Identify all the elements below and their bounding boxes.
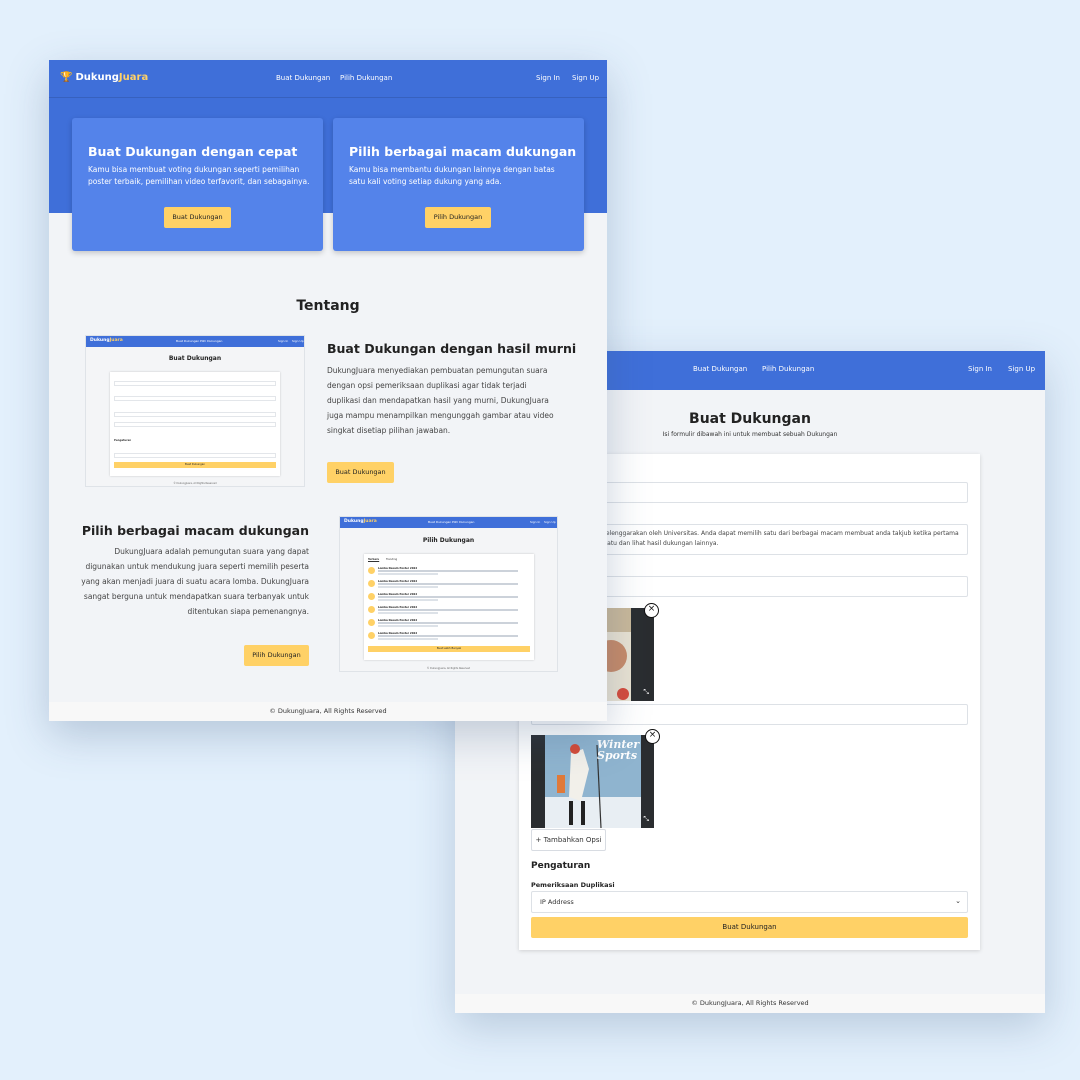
hero-card-create: Buat Dukungan dengan cepat Kamu bisa mem… [72, 118, 323, 251]
add-option-button[interactable]: + Tambahkan Opsi [531, 829, 606, 851]
feature-title-create: Buat Dukungan dengan hasil murni [327, 341, 577, 356]
trophy-icon: 🏆 [60, 72, 73, 83]
nav-create[interactable]: Buat Dukungan [276, 74, 330, 82]
feature-text-create: DukungJuara menyediakan pembuatan pemung… [327, 366, 554, 435]
hero-create-button[interactable]: Buat Dukungan [164, 207, 231, 228]
expand-icon[interactable]: ⤡ [643, 815, 649, 824]
duplicate-check-value: IP Address [540, 898, 574, 906]
hero-card-title: Buat Dukungan dengan cepat [88, 144, 298, 159]
hero-card-title: Pilih berbagai macam dukungan [349, 144, 577, 159]
mini-navbar: DukungJuara Buat Dukungan Pilih Dukungan… [340, 517, 557, 528]
hero-card-text: Kamu bisa membantu dukungan lainnya deng… [349, 165, 555, 186]
landing-page-window: 🏆 DukungJuara Buat Dukungan Pilih Dukunga… [49, 60, 607, 721]
nav-choose[interactable]: Pilih Dukungan [340, 74, 392, 82]
footer: © DukungJuara, All Rights Reserved [49, 702, 607, 721]
duplicate-check-select[interactable]: IP Address ⌄ [531, 891, 968, 913]
about-title: Tentang [296, 298, 360, 314]
footer: © DukungJuara, All Rights Reserved [455, 994, 1045, 1013]
mini-form-title: Buat Dukungan [168, 355, 222, 362]
feature-text-choose: DukungJuara adalah pemungutan suara yang… [81, 547, 309, 616]
nav-choose[interactable]: Pilih Dukungan [762, 365, 814, 373]
form-preview-image: DukungJuara Buat Dukungan Pilih Dukungan… [85, 335, 305, 487]
mini-list-title: Pilih Dukungan [422, 537, 475, 544]
option-media-2: Winter Sports ⤡ [531, 735, 654, 828]
hero-card-text: Kamu bisa membuat voting dukungan sepert… [88, 165, 310, 186]
mini-list-card: Terbaru Trending Lomba Desain Poster 202… [364, 554, 534, 660]
poster-caption: Winter Sports [597, 738, 640, 762]
settings-heading: Pengaturan [531, 861, 591, 871]
mini-form-card: Pengaturan Buat Dukungan [110, 372, 280, 476]
mini-navbar: DukungJuara Buat Dukungan Pilih Dukungan… [86, 336, 304, 347]
feature-choose-button[interactable]: Pilih Dukungan [244, 645, 309, 666]
mini-logo: DukungJuara [90, 338, 123, 343]
hero-choose-button[interactable]: Pilih Dukungan [425, 207, 491, 228]
chevron-down-icon: ⌄ [955, 897, 961, 905]
nav-create[interactable]: Buat Dukungan [693, 365, 747, 373]
feature-title-choose: Pilih berbagai macam dukungan [81, 523, 309, 538]
remove-media-button[interactable]: × [645, 729, 660, 744]
feature-create-button[interactable]: Buat Dukungan [327, 462, 394, 483]
remove-media-button[interactable]: × [644, 603, 659, 618]
brand-logo[interactable]: 🏆 DukungJuara [60, 72, 148, 83]
list-preview-image: DukungJuara Buat Dukungan Pilih Dukungan… [339, 516, 558, 672]
nav-signup[interactable]: Sign Up [1008, 365, 1035, 373]
duplicate-check-label: Pemeriksaan Duplikasi [531, 881, 615, 889]
nav-signup[interactable]: Sign Up [572, 74, 599, 82]
nav-signin[interactable]: Sign In [968, 365, 992, 373]
nav-signin[interactable]: Sign In [536, 74, 560, 82]
navbar: 🏆 DukungJuara Buat Dukungan Pilih Dukunga… [49, 60, 607, 98]
submit-button[interactable]: Buat Dukungan [531, 917, 968, 938]
expand-icon[interactable]: ⤡ [643, 688, 649, 697]
hero-card-choose: Pilih berbagai macam dukungan Kamu bisa … [333, 118, 584, 251]
mini-logo: DukungJuara [344, 519, 377, 524]
